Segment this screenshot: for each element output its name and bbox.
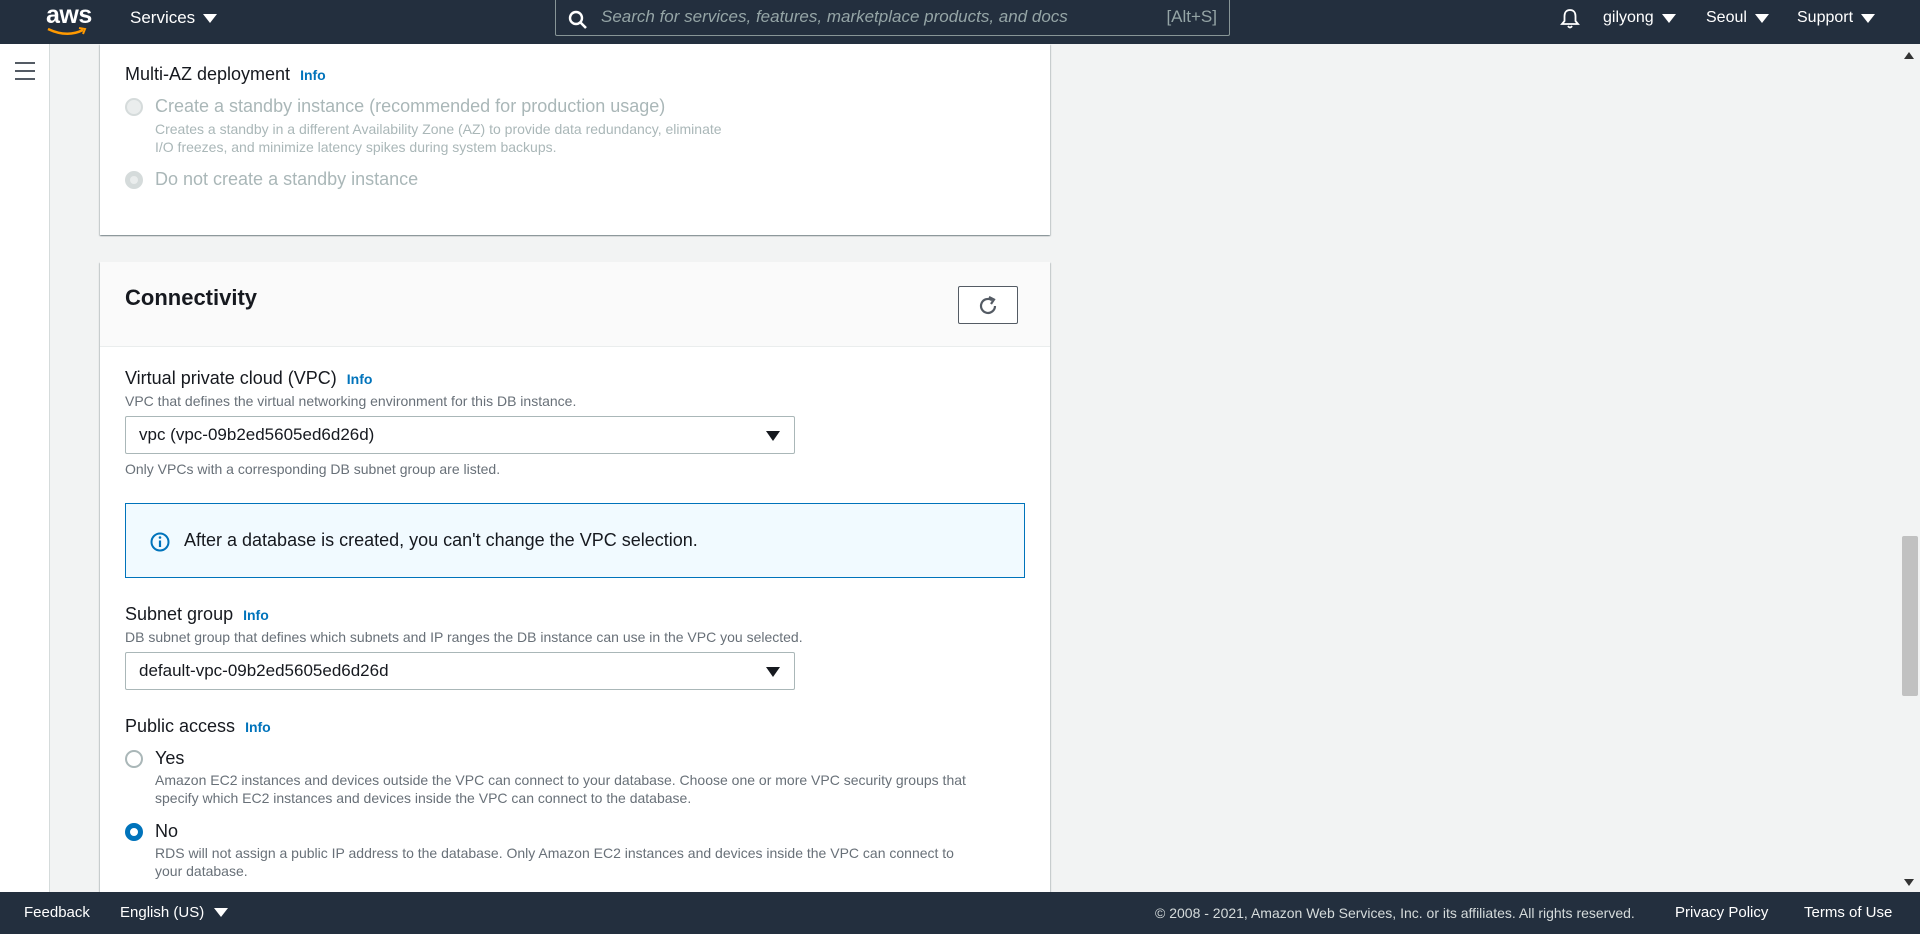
public-no-label: No [155, 821, 179, 841]
public-yes-desc-2: specify which EC2 instances and devices … [155, 790, 692, 806]
bell-icon[interactable] [1560, 8, 1580, 30]
refresh-icon [979, 296, 997, 315]
standby-option-label: Create a standby instance (recommended f… [155, 96, 666, 116]
caret-down-icon [1754, 13, 1769, 23]
aws-smile-icon [47, 27, 87, 35]
caret-down-icon [203, 13, 218, 23]
search-shortcut: [Alt+S] [1166, 7, 1217, 26]
info-icon [150, 532, 170, 552]
subnet-group-description: DB subnet group that defines which subne… [125, 629, 803, 645]
vpc-description: VPC that defines the virtual networking … [125, 393, 577, 409]
terms-of-use-link[interactable]: Terms of Use [1804, 892, 1892, 934]
vpc-select[interactable]: vpc (vpc-09b2ed5605ed6d26d) [125, 416, 795, 454]
info-link[interactable]: Info [300, 67, 326, 83]
subnet-group-label: Subnet group Info [125, 604, 269, 624]
refresh-button[interactable] [958, 286, 1018, 324]
caret-down-icon [214, 908, 229, 917]
connectivity-title: Connectivity [125, 285, 258, 310]
caret-down-icon [1861, 13, 1876, 23]
language-label: English (US) [120, 904, 205, 921]
feedback-link[interactable]: Feedback [24, 892, 90, 934]
public-yes-label: Yes [155, 748, 185, 768]
public-no-desc-2: your database. [155, 863, 248, 879]
info-link[interactable]: Info [245, 719, 271, 735]
aws-logo-text: aws [46, 1, 92, 29]
footer: Feedback English (US) © 2008 - 2021, Ama… [0, 892, 1920, 934]
region-menu[interactable]: Seoul [1706, 0, 1769, 36]
vpc-info-alert: After a database is created, you can't c… [125, 503, 1025, 578]
dropdown-arrow-icon [766, 431, 780, 441]
top-nav: aws Services Search for services, featur… [0, 0, 1920, 44]
subnet-group-select[interactable]: default-vpc-09b2ed5605ed6d26d [125, 652, 795, 690]
info-link[interactable]: Info [243, 607, 269, 623]
radio-public-no[interactable] [125, 823, 143, 841]
standby-option-desc-2: I/O freezes, and minimize latency spikes… [155, 139, 557, 155]
menu-icon[interactable] [15, 62, 35, 86]
public-no-desc-1: RDS will not assign a public IP address … [155, 845, 954, 861]
support-menu[interactable]: Support [1797, 0, 1876, 36]
info-link[interactable]: Info [347, 371, 373, 387]
privacy-policy-link[interactable]: Privacy Policy [1675, 892, 1768, 934]
search-bar[interactable]: Search for services, features, marketpla… [555, 0, 1230, 36]
services-label: Services [130, 8, 196, 27]
page-scrollbar[interactable] [1898, 44, 1920, 892]
caret-down-icon [1661, 13, 1676, 23]
region-name: Seoul [1706, 9, 1747, 26]
standby-option-desc-1: Creates a standby in a different Availab… [155, 121, 722, 137]
language-selector[interactable]: English (US) [120, 892, 229, 934]
no-standby-option-label: Do not create a standby instance [155, 169, 419, 189]
scrollbar-thumb[interactable] [1902, 536, 1918, 696]
vpc-label: Virtual private cloud (VPC) Info [125, 368, 373, 388]
side-rail [0, 44, 50, 892]
public-access-label: Public access Info [125, 716, 271, 736]
multi-az-label: Multi-AZ deployment Info [125, 64, 326, 84]
radio-standby[interactable] [125, 98, 143, 116]
search-placeholder: Search for services, features, marketpla… [601, 7, 1068, 26]
vpc-select-value: vpc (vpc-09b2ed5605ed6d26d) [139, 425, 375, 444]
scroll-down-icon[interactable] [1904, 879, 1914, 886]
services-menu[interactable]: Services [130, 0, 218, 36]
subnet-group-select-value: default-vpc-09b2ed5605ed6d26d [139, 661, 389, 680]
copyright-text: © 2008 - 2021, Amazon Web Services, Inc.… [1155, 905, 1635, 921]
radio-public-yes[interactable] [125, 750, 143, 768]
search-icon [568, 10, 587, 29]
alert-text: After a database is created, you can't c… [184, 530, 698, 550]
dropdown-arrow-icon [766, 667, 780, 677]
aws-logo[interactable]: aws [46, 1, 92, 38]
vpc-hint: Only VPCs with a corresponding DB subnet… [125, 461, 501, 477]
account-menu[interactable]: gilyong [1603, 0, 1676, 36]
radio-no-standby[interactable] [125, 171, 143, 189]
scroll-up-icon[interactable] [1904, 52, 1914, 59]
public-yes-desc-1: Amazon EC2 instances and devices outside… [155, 772, 966, 788]
support-label: Support [1797, 9, 1854, 26]
account-name: gilyong [1603, 9, 1654, 26]
